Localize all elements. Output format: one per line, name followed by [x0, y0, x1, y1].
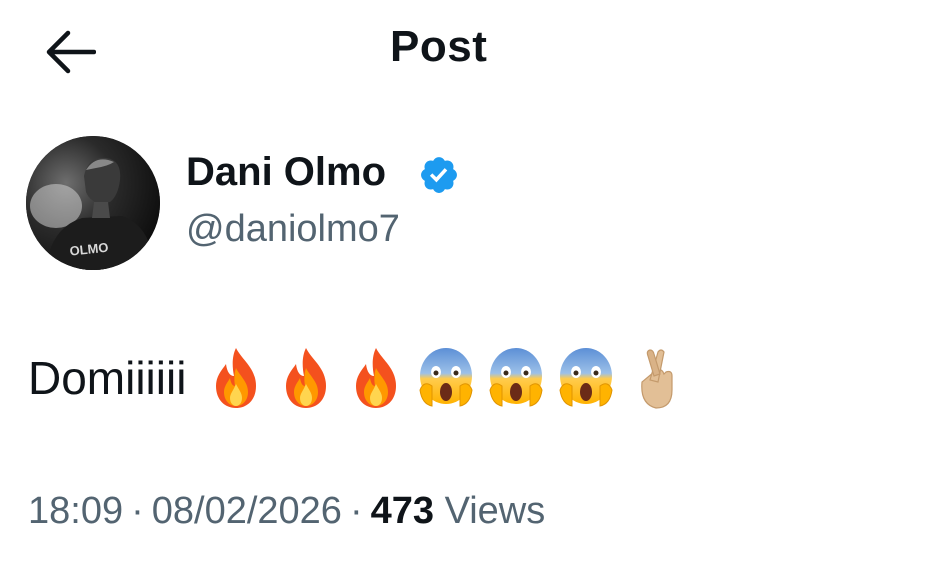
post-text-content: Domiiiiii — [28, 352, 187, 404]
fire-emoji-icon — [356, 348, 397, 408]
post-author: OLMO Dani Olmo @daniolmo7 — [26, 136, 726, 272]
post-text: Domiiiiii — [28, 340, 698, 416]
fire-emoji-icon — [216, 348, 257, 408]
screaming-face-emoji-icon — [489, 348, 543, 407]
post-meta: 18:09 · 08/02/2026 · 473 Views — [28, 490, 545, 533]
page-title: Post — [390, 22, 488, 71]
verified-badge-icon — [421, 157, 457, 193]
author-display-name[interactable]: Dani Olmo — [186, 150, 386, 195]
meta-separator: · — [131, 490, 144, 532]
avatar[interactable]: OLMO — [26, 136, 160, 270]
crossed-fingers-emoji-icon — [641, 349, 674, 409]
views-label: Views — [444, 490, 546, 532]
post-time[interactable]: 18:09 — [28, 490, 123, 532]
views-count[interactable]: 473 — [371, 490, 434, 532]
post-date[interactable]: 08/02/2026 — [152, 490, 342, 532]
screaming-face-emoji-icon — [559, 348, 613, 407]
screaming-face-emoji-icon — [419, 348, 473, 407]
avatar-photo: OLMO — [26, 136, 160, 270]
fire-emoji-icon — [286, 348, 327, 408]
author-handle[interactable]: @daniolmo7 — [186, 208, 400, 251]
top-bar: Post — [0, 0, 936, 105]
meta-separator: · — [349, 490, 363, 532]
